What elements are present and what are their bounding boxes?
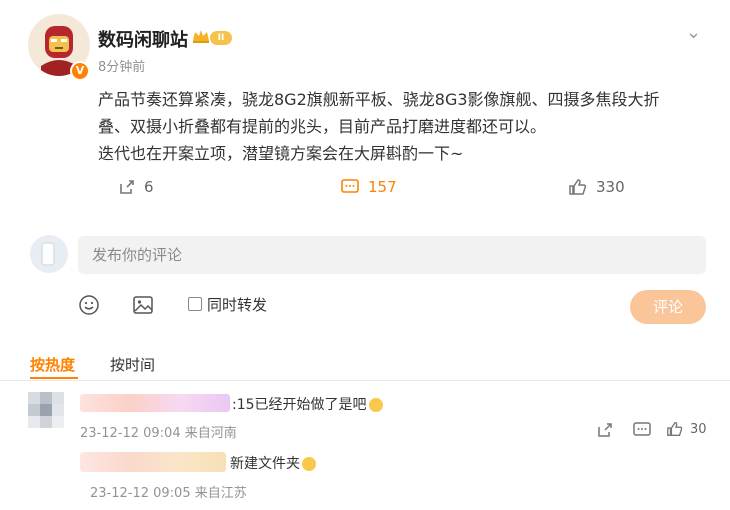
comment-count: 157: [368, 178, 397, 196]
reply-meta: 23-12-12 09:05 来自江苏: [90, 486, 247, 501]
doge-emoji-icon: [368, 398, 383, 412]
blurred-username[interactable]: [80, 452, 226, 472]
current-user-avatar: [30, 235, 68, 273]
username[interactable]: 数码闲聊站: [98, 26, 188, 52]
like-count: 330: [596, 178, 625, 196]
active-tab-indicator: [30, 377, 78, 379]
verified-badge: V: [70, 61, 90, 81]
comment-icon: [341, 179, 359, 193]
post-line: 产品节奏还算紧凑，骁龙8G2旗舰新平板、骁龙8G3影像旗舰、四摄多焦段大折: [98, 90, 660, 109]
comment-like-count: 30: [690, 421, 707, 437]
reply-text: 新建文件夹: [230, 453, 316, 473]
user-avatar-icon: [30, 235, 68, 273]
comment-avatar[interactable]: [28, 392, 66, 430]
like-button[interactable]: 330: [568, 178, 625, 196]
sort-by-hot-tab[interactable]: 按热度: [30, 354, 75, 375]
image-button[interactable]: [132, 294, 154, 320]
repost-button[interactable]: 6: [118, 178, 154, 196]
comment-input[interactable]: 发布你的评论: [78, 236, 706, 274]
crown-icon: [193, 30, 209, 43]
doge-emoji-icon: [302, 457, 316, 471]
post-line: 迭代也在开案立项，潜望镜方案会在大屏斟酌一下~: [98, 144, 464, 163]
comment-meta: 23-12-12 09:04 来自河南: [80, 426, 237, 441]
comment-like-button[interactable]: 30: [666, 420, 707, 438]
repost-count: 6: [144, 178, 154, 196]
share-icon: [120, 180, 134, 194]
image-icon: [133, 296, 153, 314]
smiley-icon: [79, 295, 99, 315]
expand-chevron-icon[interactable]: ⌄: [686, 22, 701, 43]
submit-comment-button[interactable]: 评论: [630, 290, 706, 324]
emoji-button[interactable]: [78, 294, 100, 320]
post-body: 产品节奏还算紧凑，骁龙8G2旗舰新平板、骁龙8G3影像旗舰、四摄多焦段大折 叠、…: [98, 86, 698, 167]
sort-by-time-tab[interactable]: 按时间: [110, 354, 155, 375]
comment-text: :15已经开始做了是吧: [232, 394, 383, 414]
post-time: 8分钟前: [98, 60, 146, 75]
reply-icon[interactable]: [632, 421, 652, 439]
forward-label: 同时转发: [207, 296, 268, 314]
thumbs-up-icon: [667, 422, 683, 436]
comment-button[interactable]: 157: [340, 178, 397, 196]
divider: [0, 380, 730, 381]
share-icon[interactable]: [596, 421, 614, 439]
forward-checkbox[interactable]: [188, 297, 202, 311]
thumbs-up-icon: [569, 179, 587, 195]
blurred-username[interactable]: [80, 394, 230, 412]
level-badge: II: [210, 31, 232, 45]
post-line: 叠、双摄小折叠都有提前的兆头，目前产品打磨进度都还可以。: [98, 117, 547, 136]
